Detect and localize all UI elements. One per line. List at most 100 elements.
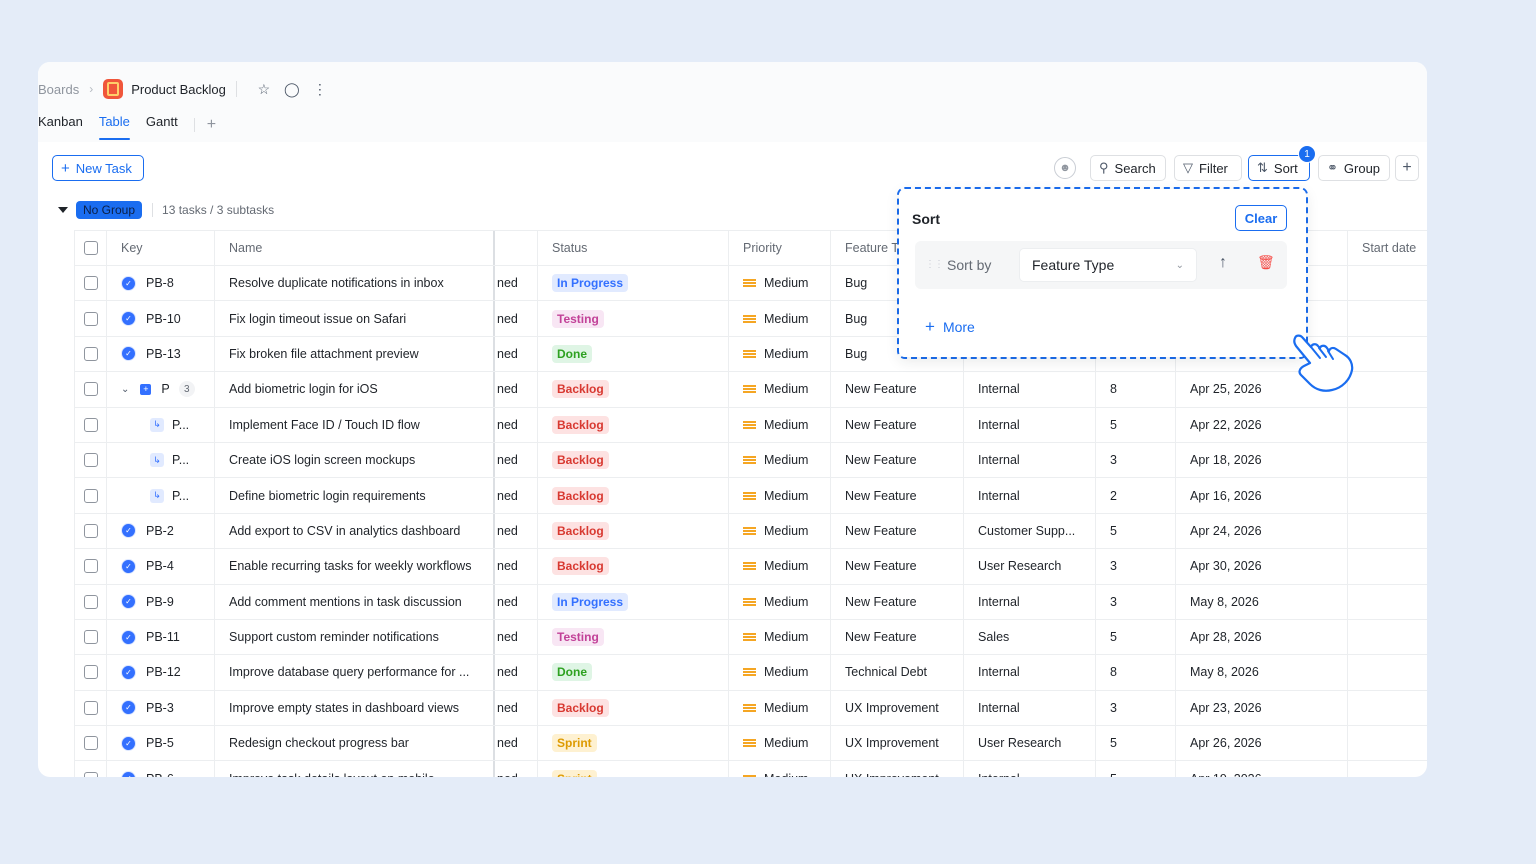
status-cell[interactable]: Testing <box>538 619 729 655</box>
priority-cell[interactable]: Medium <box>729 442 831 478</box>
task-key[interactable]: PB-12 <box>146 665 181 679</box>
row-checkbox[interactable] <box>84 630 98 645</box>
team-cell[interactable]: Internal <box>964 372 1096 407</box>
row-checkbox[interactable] <box>84 417 98 432</box>
task-key[interactable]: PB-8 <box>146 276 174 290</box>
due-date-cell[interactable]: May 8, 2026 <box>1176 584 1348 619</box>
header-status[interactable]: Status <box>538 231 729 265</box>
row-checkbox[interactable] <box>84 736 98 751</box>
priority-cell[interactable]: Medium <box>729 266 831 301</box>
points-cell[interactable]: 5 <box>1096 513 1176 549</box>
sort-ascending-icon[interactable]: ↑ <box>1219 254 1227 272</box>
table-row[interactable]: ✓ PB-6 Improve task details layout on mobi… <box>74 761 1427 777</box>
priority-cell[interactable]: Medium <box>729 619 831 655</box>
assignee-cell[interactable]: ned <box>495 336 538 372</box>
priority-cell[interactable]: Medium <box>729 513 831 549</box>
team-cell[interactable]: Internal <box>964 690 1096 726</box>
header-assignee[interactable] <box>495 231 538 265</box>
due-date-cell[interactable]: Apr 22, 2026 <box>1176 407 1348 442</box>
task-key[interactable]: P... <box>172 453 189 467</box>
clear-sort-button[interactable]: Clear <box>1235 205 1287 231</box>
start-date-cell[interactable] <box>1348 549 1427 583</box>
feature-type-cell[interactable]: New Feature <box>831 619 964 655</box>
start-date-cell[interactable] <box>1348 761 1427 777</box>
priority-cell[interactable]: Medium <box>729 655 831 690</box>
new-task-button[interactable]: + New Task <box>52 155 144 181</box>
sort-field-select[interactable]: Feature Type ⌄ <box>1019 248 1197 282</box>
row-checkbox[interactable] <box>84 523 98 538</box>
watch-icon[interactable]: ◯ <box>281 78 303 100</box>
priority-cell[interactable]: Medium <box>729 372 831 407</box>
team-cell[interactable]: Internal <box>964 655 1096 690</box>
start-date-cell[interactable] <box>1348 266 1427 300</box>
feature-type-cell[interactable]: UX Improvement <box>831 726 964 761</box>
table-row[interactable]: ✓ PB-9 Add comment mentions in task discus… <box>74 584 1427 620</box>
start-date-cell[interactable] <box>1348 585 1427 619</box>
row-checkbox[interactable] <box>84 453 98 468</box>
add-view-icon[interactable]: + <box>207 116 216 134</box>
feature-type-cell[interactable]: New Feature <box>831 442 964 478</box>
star-icon[interactable]: ☆ <box>253 78 275 100</box>
user-filter-button[interactable]: ☻ <box>1054 157 1076 179</box>
assignee-cell[interactable]: ned <box>495 761 538 777</box>
row-checkbox[interactable] <box>84 771 98 777</box>
assignee-cell[interactable]: ned <box>495 442 538 478</box>
feature-type-cell[interactable]: New Feature <box>831 372 964 407</box>
row-checkbox[interactable] <box>84 488 98 503</box>
status-cell[interactable]: Sprint <box>538 726 729 761</box>
team-cell[interactable]: Internal <box>964 407 1096 442</box>
filter-button[interactable]: ▽ Filter <box>1174 155 1242 181</box>
due-date-cell[interactable]: Apr 23, 2026 <box>1176 690 1348 726</box>
row-checkbox[interactable] <box>84 276 98 291</box>
row-checkbox[interactable] <box>84 665 98 680</box>
task-name[interactable]: Resolve duplicate notifications in inbox <box>215 266 495 301</box>
table-row[interactable]: ↳ P... Implement Face ID / Touch ID flow ne… <box>74 407 1427 443</box>
row-checkbox[interactable] <box>84 559 98 574</box>
points-cell[interactable]: 8 <box>1096 372 1176 407</box>
team-cell[interactable]: Internal <box>964 442 1096 478</box>
task-name[interactable]: Improve task details layout on mobile <box>215 761 495 777</box>
points-cell[interactable]: 3 <box>1096 442 1176 478</box>
status-cell[interactable]: Backlog <box>538 407 729 442</box>
search-button[interactable]: ⚲ Search <box>1090 155 1166 181</box>
table-row[interactable]: ✓ PB-2 Add export to CSV in analytics dash… <box>74 513 1427 550</box>
group-button[interactable]: ⚭ Group <box>1318 155 1390 181</box>
table-row[interactable]: ✓ PB-3 Improve empty states in dashboard v… <box>74 690 1427 727</box>
feature-type-cell[interactable]: New Feature <box>831 478 964 513</box>
status-cell[interactable]: Testing <box>538 301 729 336</box>
row-checkbox[interactable] <box>84 382 98 397</box>
table-row[interactable]: ⌄ + P 3 Add biometric login for iOS ned Backlo… <box>74 372 1427 408</box>
status-cell[interactable]: Backlog <box>538 513 729 549</box>
feature-type-cell[interactable]: New Feature <box>831 549 964 584</box>
due-date-cell[interactable]: Apr 26, 2026 <box>1176 726 1348 761</box>
status-cell[interactable]: Backlog <box>538 690 729 726</box>
team-cell[interactable]: Internal <box>964 584 1096 619</box>
tab-kanban[interactable]: Kanban <box>38 114 83 136</box>
points-cell[interactable]: 5 <box>1096 761 1176 777</box>
header-start-date[interactable]: Start date <box>1348 231 1427 265</box>
due-date-cell[interactable]: Apr 16, 2026 <box>1176 478 1348 513</box>
points-cell[interactable]: 8 <box>1096 655 1176 690</box>
tab-table[interactable]: Table <box>98 114 130 140</box>
feature-type-cell[interactable]: New Feature <box>831 407 964 442</box>
task-key[interactable]: PB-4 <box>146 559 174 573</box>
table-row[interactable]: ↳ P... Create iOS login screen mockups ned B… <box>74 442 1427 479</box>
more-vertical-icon[interactable]: ⋮ <box>309 78 331 100</box>
priority-cell[interactable]: Medium <box>729 336 831 372</box>
status-cell[interactable]: Backlog <box>538 372 729 407</box>
status-cell[interactable]: Backlog <box>538 478 729 513</box>
row-checkbox[interactable] <box>84 311 98 326</box>
team-cell[interactable]: Sales <box>964 619 1096 655</box>
task-name[interactable]: Enable recurring tasks for weekly workfl… <box>215 549 495 584</box>
start-date-cell[interactable] <box>1348 514 1427 548</box>
task-key[interactable]: P <box>161 382 169 396</box>
priority-cell[interactable]: Medium <box>729 301 831 336</box>
header-priority[interactable]: Priority <box>729 231 831 265</box>
task-key[interactable]: PB-3 <box>146 701 174 715</box>
due-date-cell[interactable]: Apr 19, 2026 <box>1176 761 1348 777</box>
tab-gantt[interactable]: Gantt <box>146 114 178 136</box>
points-cell[interactable]: 5 <box>1096 407 1176 442</box>
task-key[interactable]: P... <box>172 489 189 503</box>
assignee-cell[interactable]: ned <box>495 372 538 407</box>
task-key[interactable]: P... <box>172 418 189 432</box>
